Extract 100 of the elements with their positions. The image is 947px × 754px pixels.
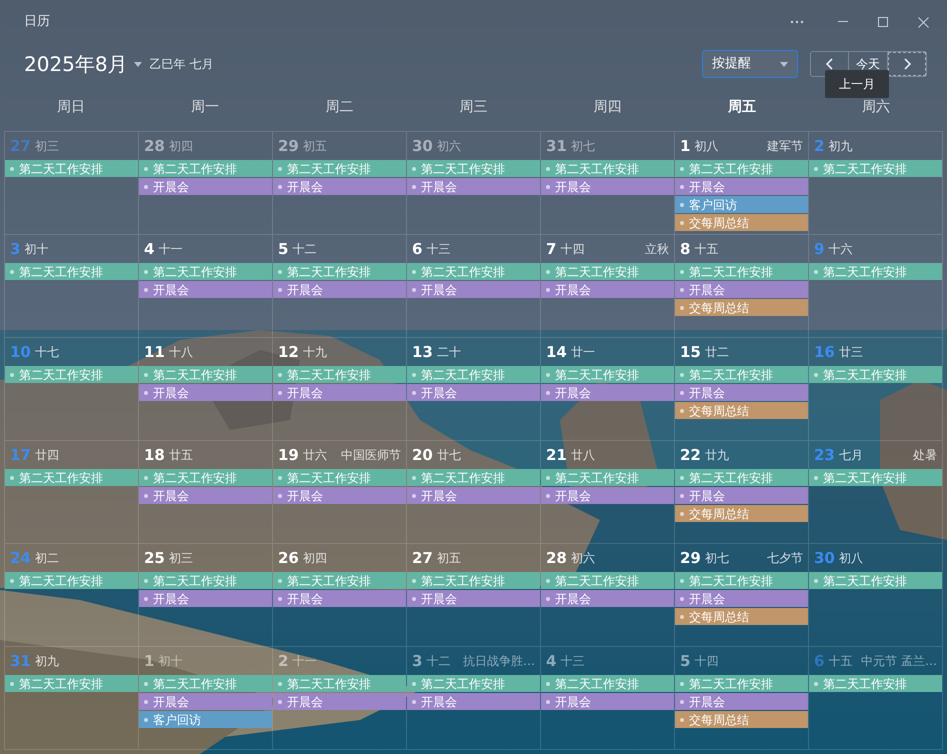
event-bar[interactable]: 开晨会	[407, 487, 540, 504]
event-bar[interactable]: 第二天工作安排	[139, 263, 272, 280]
event-title: 开晨会	[689, 284, 725, 296]
lunar-date: 廿七	[436, 447, 461, 464]
event-bar[interactable]: 第二天工作安排	[273, 263, 406, 280]
event-title: 开晨会	[689, 386, 725, 398]
event-bar[interactable]: 开晨会	[407, 590, 540, 607]
event-bar[interactable]: 第二天工作安排	[5, 263, 138, 280]
day-number: 31	[10, 650, 31, 672]
event-bar[interactable]: 开晨会	[675, 178, 808, 195]
event-bar[interactable]: 客户回访	[139, 711, 272, 728]
event-title: 第二天工作安排	[555, 472, 639, 484]
event-bar[interactable]: 开晨会	[139, 590, 272, 607]
event-bar[interactable]: 开晨会	[273, 487, 406, 504]
bullet-icon	[680, 682, 684, 686]
lunar-date: 初六	[436, 138, 461, 155]
event-bar[interactable]: 第二天工作安排	[139, 160, 272, 177]
day-number: 16	[814, 342, 835, 363]
event-bar[interactable]: 开晨会	[139, 384, 272, 401]
month-title[interactable]: 2025年8月	[24, 49, 128, 79]
day-number: 9	[814, 238, 824, 260]
maximize-icon[interactable]	[878, 17, 888, 27]
event-bar[interactable]: 第二天工作安排	[541, 366, 674, 383]
event-bar[interactable]: 交每周总结	[675, 402, 808, 419]
event-bar[interactable]: 开晨会	[139, 281, 272, 298]
event-bar[interactable]: 开晨会	[139, 178, 272, 195]
event-bar[interactable]: 交每周总结	[675, 214, 808, 231]
event-bar[interactable]: 第二天工作安排	[407, 469, 540, 486]
event-bar[interactable]: 交每周总结	[675, 505, 808, 522]
event-bar[interactable]: 第二天工作安排	[675, 572, 808, 589]
event-bar[interactable]: 第二天工作安排	[5, 366, 138, 383]
event-bar[interactable]: 第二天工作安排	[675, 469, 808, 486]
event-bar[interactable]: 第二天工作安排	[273, 469, 406, 486]
event-bar[interactable]: 第二天工作安排	[407, 263, 540, 280]
event-bar[interactable]: 开晨会	[407, 693, 540, 710]
event-bar[interactable]: 开晨会	[541, 487, 674, 504]
event-bar[interactable]: 第二天工作安排	[407, 675, 540, 692]
lunar-month: 乙巳年 七月	[150, 56, 214, 73]
event-bar[interactable]: 第二天工作安排	[541, 263, 674, 280]
event-bar[interactable]: 开晨会	[675, 487, 808, 504]
event-bar[interactable]: 第二天工作安排	[139, 572, 272, 589]
event-bar[interactable]: 第二天工作安排	[541, 160, 674, 177]
event-bar[interactable]: 开晨会	[675, 281, 808, 298]
event-bar[interactable]: 第二天工作安排	[675, 263, 808, 280]
event-bar[interactable]: 第二天工作安排	[273, 366, 406, 383]
bullet-icon	[412, 578, 416, 582]
event-bar[interactable]: 开晨会	[139, 487, 272, 504]
event-bar[interactable]: 第二天工作安排	[809, 263, 942, 280]
event-bar[interactable]: 开晨会	[541, 590, 674, 607]
event-bar[interactable]: 第二天工作安排	[541, 675, 674, 692]
event-bar[interactable]: 开晨会	[273, 590, 406, 607]
event-bar[interactable]: 第二天工作安排	[809, 160, 942, 177]
event-bar[interactable]: 第二天工作安排	[809, 675, 942, 692]
event-title: 开晨会	[153, 284, 189, 296]
event-bar[interactable]: 开晨会	[273, 178, 406, 195]
event-bar[interactable]: 第二天工作安排	[809, 572, 942, 589]
minimize-icon[interactable]	[838, 21, 848, 23]
event-bar[interactable]: 开晨会	[675, 590, 808, 607]
event-bar[interactable]: 第二天工作安排	[5, 572, 138, 589]
event-bar[interactable]: 交每周总结	[675, 299, 808, 316]
event-bar[interactable]: 第二天工作安排	[809, 366, 942, 383]
event-bar[interactable]: 第二天工作安排	[675, 675, 808, 692]
event-bar[interactable]: 开晨会	[675, 693, 808, 710]
event-bar[interactable]: 第二天工作安排	[541, 469, 674, 486]
event-bar[interactable]: 第二天工作安排	[273, 160, 406, 177]
event-bar[interactable]: 开晨会	[273, 384, 406, 401]
event-bar[interactable]: 第二天工作安排	[139, 675, 272, 692]
event-bar[interactable]: 第二天工作安排	[5, 675, 138, 692]
event-bar[interactable]: 开晨会	[407, 384, 540, 401]
event-bar[interactable]: 交每周总结	[675, 608, 808, 625]
event-bar[interactable]: 第二天工作安排	[541, 572, 674, 589]
bullet-icon	[680, 512, 684, 516]
event-bar[interactable]: 第二天工作安排	[675, 160, 808, 177]
event-bar[interactable]: 第二天工作安排	[139, 469, 272, 486]
event-bar[interactable]: 开晨会	[541, 693, 674, 710]
event-bar[interactable]: 客户回访	[675, 196, 808, 213]
event-bar[interactable]: 第二天工作安排	[273, 572, 406, 589]
event-bar[interactable]: 第二天工作安排	[5, 469, 138, 486]
event-bar[interactable]: 开晨会	[139, 693, 272, 710]
event-bar[interactable]: 交每周总结	[675, 711, 808, 728]
event-bar[interactable]: 第二天工作安排	[139, 366, 272, 383]
event-bar[interactable]: 第二天工作安排	[407, 572, 540, 589]
event-bar[interactable]: 第二天工作安排	[407, 366, 540, 383]
event-bar[interactable]: 开晨会	[273, 693, 406, 710]
event-bar[interactable]: 开晨会	[541, 178, 674, 195]
event-bar[interactable]: 第二天工作安排	[809, 469, 942, 486]
event-title: 客户回访	[689, 198, 737, 210]
event-bar[interactable]: 开晨会	[407, 281, 540, 298]
event-bar[interactable]: 第二天工作安排	[407, 160, 540, 177]
filter-dropdown[interactable]: 按提醒	[702, 50, 798, 78]
event-bar[interactable]: 开晨会	[273, 281, 406, 298]
event-bar[interactable]: 开晨会	[541, 281, 674, 298]
close-icon[interactable]	[918, 16, 929, 28]
event-bar[interactable]: 第二天工作安排	[273, 675, 406, 692]
event-bar[interactable]: 第二天工作安排	[5, 160, 138, 177]
event-bar[interactable]: 开晨会	[407, 178, 540, 195]
more-icon[interactable]	[790, 20, 804, 24]
event-bar[interactable]: 第二天工作安排	[675, 366, 808, 383]
event-bar[interactable]: 开晨会	[541, 384, 674, 401]
event-bar[interactable]: 开晨会	[675, 384, 808, 401]
